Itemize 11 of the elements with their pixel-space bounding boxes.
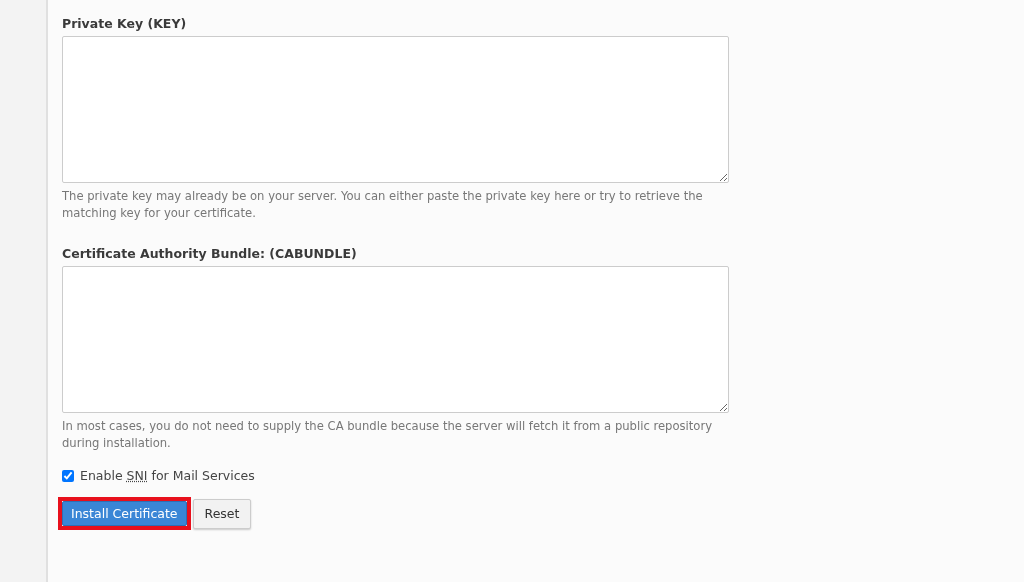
reset-button[interactable]: Reset [192,498,252,529]
install-button[interactable]: Install Certificate [62,501,187,526]
help-text: The private key may already be on your server. You can either paste the private key here or try to retrieve the matching key for your certificate. [62,188,704,222]
abbreviation: SNI [126,468,148,483]
field-label: Certificate Authority Bundle: (CABUNDLE) [62,245,358,263]
field-label: Private Key (KEY) [62,15,188,33]
checkbox[interactable] [62,469,74,482]
text-area[interactable] [62,36,729,183]
checkbox-label: Enable SNI for Mail Services [80,468,255,483]
text-area[interactable] [62,266,729,413]
help-text: In most cases, you do not need to supply the CA bundle because the server will fetch it from a public repository during installation. [62,418,714,452]
